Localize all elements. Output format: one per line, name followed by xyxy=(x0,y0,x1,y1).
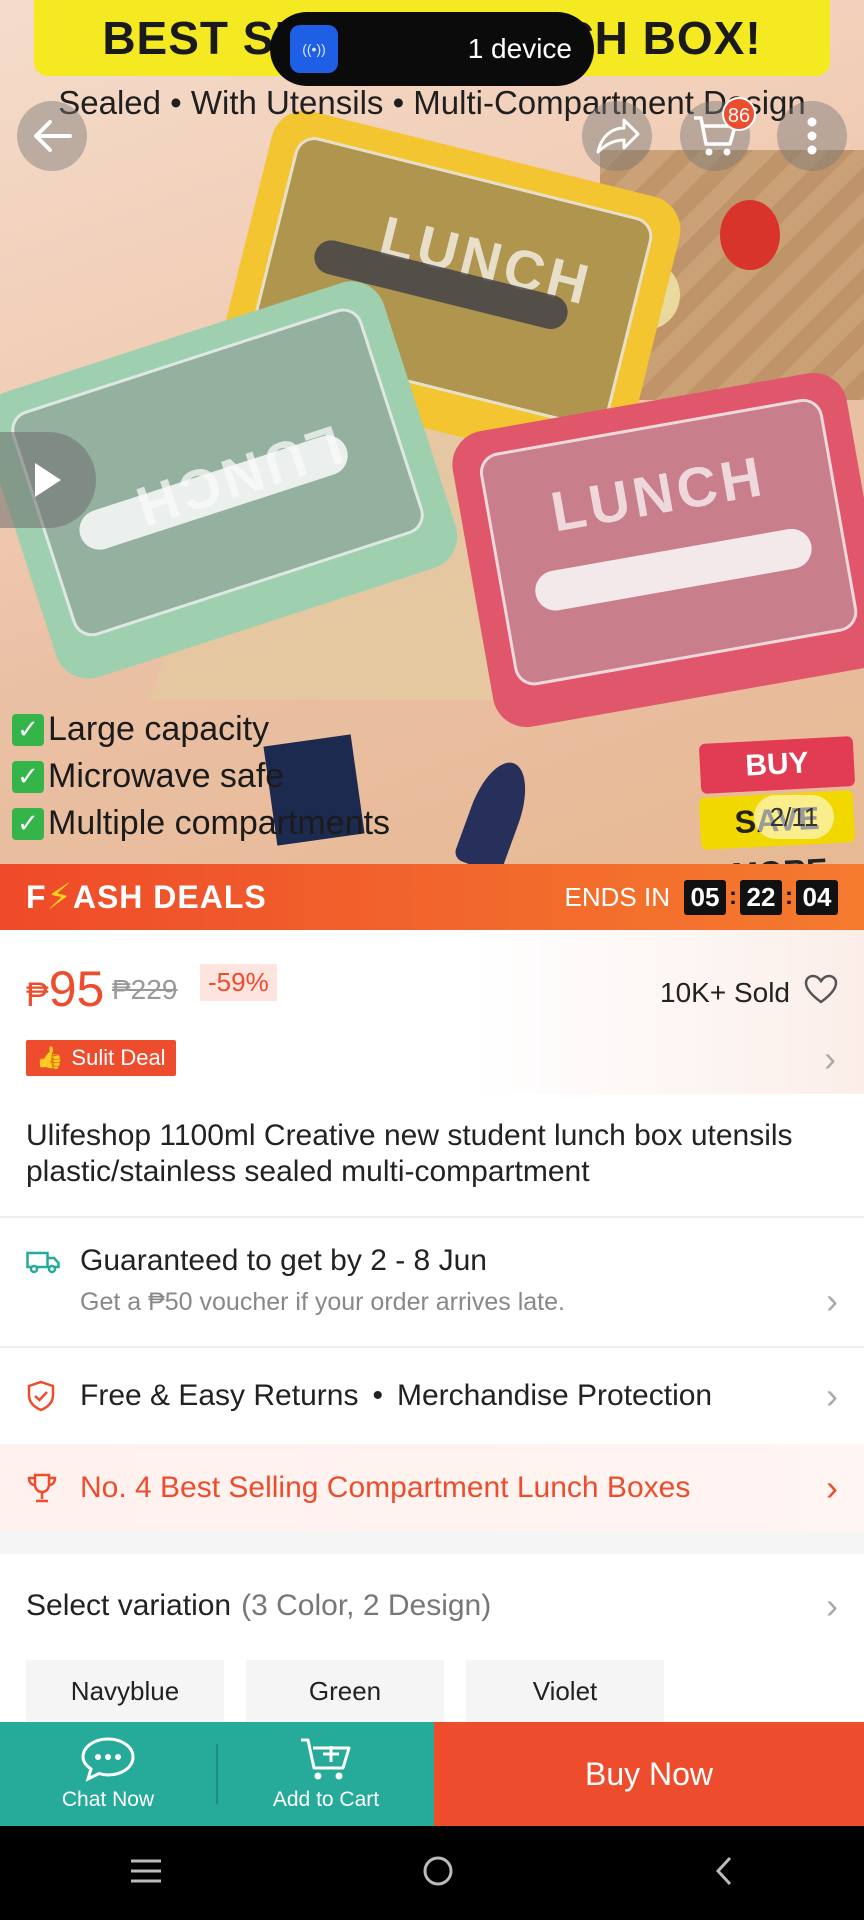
arrow-left-icon xyxy=(34,120,72,152)
buy-now-button[interactable]: Buy Now xyxy=(434,1722,864,1826)
bottom-action-bar: Chat Now Add to Cart Buy Now xyxy=(0,1722,864,1826)
image-page-indicator: 2/11 xyxy=(754,795,834,839)
strawberry-decoration xyxy=(720,200,780,270)
shipping-guarantee-row[interactable]: Guaranteed to get by 2 - 8 Jun Get a ₱50… xyxy=(0,1218,864,1348)
price-section: ₱ 95 ₱229 -59% 10K+ Sold 👍 Sulit Deal › xyxy=(0,930,864,1094)
original-price: ₱229 xyxy=(112,974,178,1005)
chat-now-button[interactable]: Chat Now xyxy=(0,1722,216,1826)
system-navigation-bar xyxy=(0,1826,864,1920)
chevron-right-icon: › xyxy=(826,1467,838,1508)
cone-decoration xyxy=(452,754,538,864)
chevron-right-icon: › xyxy=(826,1585,838,1626)
sold-count: 10K+ Sold xyxy=(660,974,838,1011)
chat-bubble-icon xyxy=(81,1737,135,1782)
current-price: ₱ 95 xyxy=(26,961,105,1017)
chevron-right-icon: › xyxy=(826,1375,838,1416)
variation-chip-green[interactable]: Green xyxy=(246,1660,444,1722)
shipping-text: Guaranteed to get by 2 - 8 Jun Get a ₱50… xyxy=(80,1244,565,1316)
variation-options: Navyblue Green Violet xyxy=(26,1660,686,1722)
product-image-carousel[interactable]: LUNCH LUNCH LUNCH BEST SELLING LUNCH BOX… xyxy=(0,0,864,864)
flash-deals-bar[interactable]: F ⚡ ASH DEALS ENDS IN 05: 22: 04 xyxy=(0,864,864,930)
checkmark-icon: ✓ xyxy=(12,713,44,746)
chevron-left-icon xyxy=(715,1856,731,1885)
countdown-timer: 05: 22: 04 xyxy=(684,879,838,915)
flash-deals-title: F ⚡ ASH DEALS xyxy=(26,876,267,917)
sulit-deal-badge[interactable]: 👍 Sulit Deal xyxy=(26,1040,176,1076)
cart-count-badge: 86 xyxy=(722,97,756,131)
home-circle-icon xyxy=(423,1856,453,1885)
system-back-button[interactable] xyxy=(712,1854,736,1893)
shield-check-icon xyxy=(26,1380,66,1412)
best-selling-rank-row[interactable]: No. 4 Best Selling Compartment Lunch Box… xyxy=(0,1444,864,1532)
feature-list: ✓ Large capacity ✓ Microwave safe ✓ Multipl… xyxy=(12,706,390,847)
more-options-button[interactable] xyxy=(777,101,847,171)
discount-badge: -59% xyxy=(200,964,277,1001)
section-divider xyxy=(0,1532,864,1554)
variation-chip-violet[interactable]: Violet xyxy=(466,1660,664,1722)
checkmark-icon: ✓ xyxy=(12,807,44,840)
share-icon xyxy=(596,118,640,154)
share-button[interactable] xyxy=(582,101,652,171)
product-title-section: Ulifeshop 1100ml Creative new student lu… xyxy=(0,1094,864,1218)
feature-item: ✓ Large capacity xyxy=(12,706,390,753)
cart-button[interactable]: 86 xyxy=(680,97,756,171)
chevron-right-icon[interactable]: › xyxy=(824,1038,836,1080)
thumbs-up-icon: 👍 xyxy=(36,1045,64,1070)
home-button[interactable] xyxy=(421,1854,455,1893)
feature-item: ✓ Multiple compartments xyxy=(12,800,390,847)
menu-lines-icon xyxy=(131,1859,162,1882)
cart-plus-icon xyxy=(301,1738,351,1780)
recent-apps-button[interactable] xyxy=(128,1857,164,1890)
play-video-button[interactable] xyxy=(0,432,96,528)
variation-chip-navyblue[interactable]: Navyblue xyxy=(26,1660,224,1722)
lightning-icon: ⚡ xyxy=(46,876,73,917)
more-vertical-icon xyxy=(807,117,817,155)
product-page: LUNCH LUNCH LUNCH BEST SELLING LUNCH BOX… xyxy=(0,0,864,1920)
select-variation-row[interactable]: Select variation (3 Color, 2 Design) › xyxy=(0,1554,864,1658)
product-title: Ulifeshop 1100ml Creative new student lu… xyxy=(26,1119,793,1188)
truck-icon xyxy=(26,1250,66,1274)
play-icon xyxy=(35,463,61,497)
trophy-icon xyxy=(26,1472,66,1504)
broadcast-icon: ((•)) xyxy=(290,25,338,73)
back-button[interactable] xyxy=(17,101,87,171)
ends-in-label: ENDS IN xyxy=(564,881,670,912)
heart-icon[interactable] xyxy=(804,974,838,1011)
feature-item: ✓ Microwave safe xyxy=(12,753,390,800)
device-connection-pill[interactable]: ((•)) 1 device xyxy=(270,12,594,86)
returns-protection-row[interactable]: Free & Easy Returns • Merchandise Protec… xyxy=(0,1348,864,1444)
checkmark-icon: ✓ xyxy=(12,760,44,793)
chevron-right-icon: › xyxy=(826,1280,838,1321)
add-to-cart-button[interactable]: Add to Cart xyxy=(218,1722,434,1826)
